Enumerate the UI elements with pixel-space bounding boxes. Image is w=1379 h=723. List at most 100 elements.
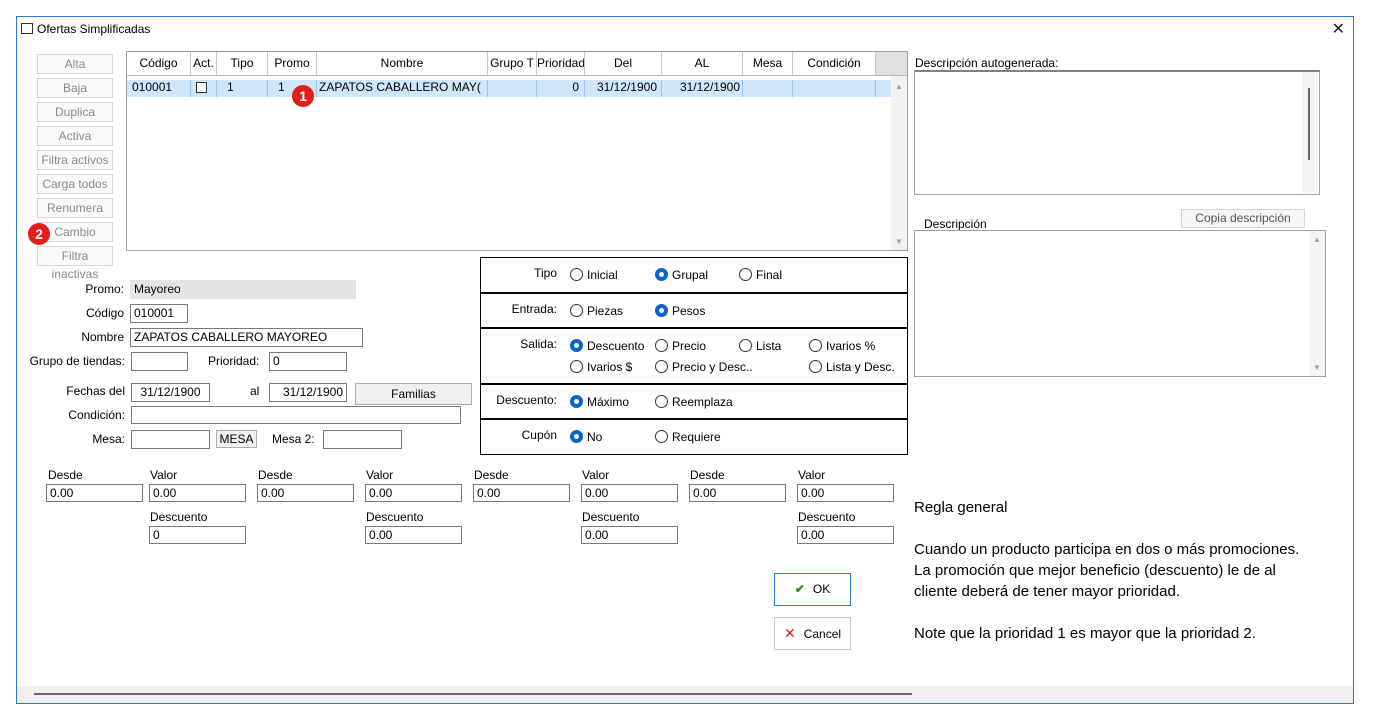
radio-label: Final: [756, 268, 783, 282]
descuento-field[interactable]: 0.00: [797, 526, 894, 544]
filtra-inactivas-button[interactable]: Filtra inactivas: [37, 246, 113, 281]
duplica-button[interactable]: Duplica: [37, 102, 113, 122]
mesa2-field[interactable]: [323, 430, 402, 449]
alta-button[interactable]: Alta: [37, 54, 113, 74]
mesa-button[interactable]: MESA: [216, 430, 257, 448]
descuento-maximo-radio[interactable]: Máximo: [570, 395, 629, 409]
column-header-act[interactable]: Act.: [191, 52, 217, 76]
cancel-button[interactable]: ✕ Cancel: [774, 617, 851, 650]
scroll-up-icon[interactable]: ▲: [1313, 235, 1321, 244]
close-x-icon: ✕: [783, 625, 796, 641]
desde-field[interactable]: 0.00: [473, 484, 570, 502]
desde-label: Desde: [48, 468, 83, 482]
fecha-al-field[interactable]: 31/12/1900: [269, 383, 347, 402]
ok-label: OK: [812, 582, 831, 596]
salida-precio-radio[interactable]: Precio: [655, 339, 706, 353]
grupo-tiendas-field[interactable]: [131, 352, 188, 371]
column-header-condicion[interactable]: Condición: [793, 52, 876, 76]
codigo-field[interactable]: 010001: [130, 304, 188, 323]
descuento-field[interactable]: 0.00: [581, 526, 678, 544]
scroll-up-icon[interactable]: ▲: [895, 82, 903, 91]
ok-button[interactable]: ✔ OK: [774, 573, 851, 606]
copy-description-button[interactable]: Copia descripción: [1181, 209, 1305, 228]
baja-button[interactable]: Baja: [37, 78, 113, 98]
valor-field[interactable]: 0.00: [365, 484, 462, 502]
column-header-tipo[interactable]: Tipo: [217, 52, 268, 76]
column-header-promo[interactable]: Promo: [268, 52, 317, 76]
close-icon[interactable]: ✕: [1332, 19, 1345, 39]
grupo-tiendas-label: Grupo de tiendas:: [29, 354, 125, 368]
grid-scrollbar[interactable]: ▲ ▼: [891, 76, 907, 250]
valor-field[interactable]: 0.00: [581, 484, 678, 502]
salida-descuento-radio[interactable]: Descuento: [570, 339, 644, 353]
description-label: Descripción: [924, 217, 987, 231]
renumera-button[interactable]: Renumera: [37, 198, 113, 218]
radio-circle: [809, 339, 822, 352]
cell-filler: [876, 80, 891, 97]
scroll-thumb[interactable]: [1308, 88, 1310, 160]
salida-lista-radio[interactable]: Lista: [739, 339, 781, 353]
tipo-inicial-radio[interactable]: Inicial: [570, 268, 618, 282]
column-header-codigo[interactable]: Código: [127, 52, 191, 76]
entrada-section: Entrada: Piezas Pesos: [480, 293, 908, 328]
descuento-field[interactable]: 0.00: [365, 526, 462, 544]
familias-button[interactable]: Familias: [355, 383, 472, 405]
valor-field[interactable]: 0.00: [149, 484, 246, 502]
desde-label: Desde: [258, 468, 293, 482]
desde-field[interactable]: 0.00: [46, 484, 143, 502]
cell-nombre: ZAPATOS CABALLERO MAY(: [317, 80, 488, 97]
valor-field[interactable]: 0.00: [797, 484, 894, 502]
table-row[interactable]: 010001 1 1 ZAPATOS CABALLERO MAY( 0 31/1…: [127, 80, 891, 97]
cell-act[interactable]: [191, 80, 217, 97]
tipo-final-radio[interactable]: Final: [739, 268, 782, 282]
radio-circle: [655, 268, 668, 281]
auto-description-scrollbar[interactable]: [1302, 72, 1318, 193]
salida-precio-desc-radio[interactable]: Precio y Desc..: [655, 360, 753, 374]
entrada-piezas-radio[interactable]: Piezas: [570, 304, 623, 318]
salida-label: Salida:: [520, 337, 557, 351]
radio-circle: [655, 304, 668, 317]
radio-label: Pesos: [672, 304, 706, 318]
fecha-del-field[interactable]: 31/12/1900: [131, 383, 210, 402]
column-header-grupo[interactable]: Grupo T: [488, 52, 537, 76]
column-header-del[interactable]: Del: [585, 52, 662, 76]
step-badge-2: 2: [28, 223, 50, 245]
entrada-pesos-radio[interactable]: Pesos: [655, 304, 705, 318]
scroll-down-icon[interactable]: ▼: [1313, 363, 1321, 372]
prioridad-field[interactable]: 0: [269, 352, 347, 371]
description-box[interactable]: ▲ ▼: [914, 230, 1326, 377]
auto-description-box[interactable]: [914, 70, 1320, 195]
descuento-label: Descuento: [150, 510, 208, 524]
salida-ivarios-dollar-radio[interactable]: Ivarios $: [570, 360, 632, 374]
nombre-field[interactable]: ZAPATOS CABALLERO MAYOREO: [130, 328, 363, 347]
act-checkbox[interactable]: [196, 82, 207, 93]
radio-label: Ivarios %: [826, 339, 876, 353]
cupon-requiere-radio[interactable]: Requiere: [655, 430, 721, 444]
activa-button[interactable]: Activa: [37, 126, 113, 146]
radio-label: Máximo: [587, 395, 630, 409]
radio-circle: [739, 268, 752, 281]
scroll-thumb[interactable]: [34, 693, 912, 695]
offers-window: Ofertas Simplificadas ✕ Alta Baja Duplic…: [16, 16, 1354, 704]
description-scrollbar[interactable]: ▲ ▼: [1309, 231, 1325, 376]
column-header-mesa[interactable]: Mesa: [743, 52, 793, 76]
fechas-label: Fechas del: [66, 384, 125, 398]
scroll-down-icon[interactable]: ▼: [895, 237, 903, 246]
descuento-field[interactable]: 0: [149, 526, 246, 544]
horizontal-scrollbar[interactable]: [17, 686, 1353, 703]
mesa-field[interactable]: [131, 430, 210, 449]
promo-field: Mayoreo: [130, 280, 356, 299]
desde-field[interactable]: 0.00: [257, 484, 354, 502]
column-header-al[interactable]: AL: [662, 52, 743, 76]
carga-todos-button[interactable]: Carga todos: [37, 174, 113, 194]
salida-ivarios-pct-radio[interactable]: Ivarios %: [809, 339, 875, 353]
filtra-activos-button[interactable]: Filtra activos: [37, 150, 113, 170]
descuento-reemplaza-radio[interactable]: Reemplaza: [655, 395, 733, 409]
column-header-nombre[interactable]: Nombre: [317, 52, 488, 76]
desde-field[interactable]: 0.00: [689, 484, 786, 502]
tipo-grupal-radio[interactable]: Grupal: [655, 268, 708, 282]
condicion-field[interactable]: [131, 406, 461, 424]
salida-lista-desc-radio[interactable]: Lista y Desc.: [809, 360, 895, 374]
cupon-no-radio[interactable]: No: [570, 430, 602, 444]
column-header-prioridad[interactable]: Prioridad: [537, 52, 585, 76]
